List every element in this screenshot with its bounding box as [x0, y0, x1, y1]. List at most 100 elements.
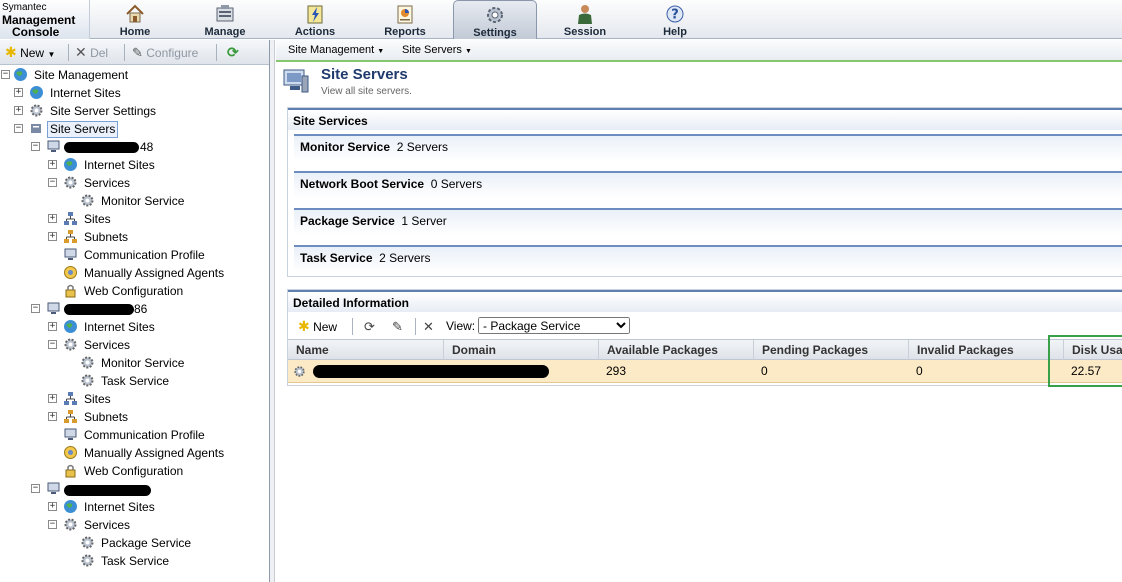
- service-gear-icon: [81, 194, 94, 207]
- view-select[interactable]: - Package Service: [478, 317, 630, 334]
- collapse-icon[interactable]: −: [31, 142, 40, 151]
- nav-help[interactable]: ? Help: [633, 0, 717, 39]
- collapse-icon[interactable]: −: [31, 484, 40, 493]
- svg-text:?: ?: [671, 8, 679, 23]
- tree-label: 86: [134, 302, 148, 316]
- reports-icon: [397, 5, 413, 24]
- nav-home[interactable]: Home: [93, 0, 177, 39]
- help-icon: ?: [666, 5, 684, 23]
- nav-settings[interactable]: Settings: [453, 0, 537, 39]
- expand-icon[interactable]: +: [48, 322, 57, 331]
- pencil-icon: ✎: [392, 319, 403, 334]
- tree-node-server-2[interactable]: − 86: [0, 300, 200, 318]
- column-header-domain[interactable]: Domain: [443, 340, 598, 360]
- internet-sites-icon: [64, 158, 77, 171]
- expand-icon[interactable]: +: [48, 394, 57, 403]
- expand-icon[interactable]: +: [48, 214, 57, 223]
- gear-icon: [30, 104, 43, 117]
- configure-button-label: Configure: [146, 46, 199, 60]
- toolbar-divider: [216, 44, 217, 61]
- computer-icon: [47, 482, 60, 494]
- collapse-icon[interactable]: −: [31, 304, 40, 313]
- service-row-package[interactable]: Package Service 1 Server: [294, 208, 1122, 235]
- table-row[interactable]: 293 0 0 22.57: [288, 360, 1122, 383]
- detailed-table: Name Domain Available Packages Pending P…: [288, 339, 1122, 383]
- service-row-task[interactable]: Task Service 2 Servers: [294, 245, 1122, 272]
- delete-button[interactable]: ✕: [423, 318, 434, 335]
- expand-icon[interactable]: +: [48, 232, 57, 241]
- internet-sites-icon: [64, 500, 77, 513]
- refresh-button[interactable]: ⟳: [227, 44, 239, 61]
- nav-manage-label: Manage: [204, 26, 246, 38]
- expand-icon[interactable]: +: [14, 106, 23, 115]
- nav-session[interactable]: Session: [543, 0, 627, 39]
- computer-icon: [64, 248, 77, 260]
- detailed-new-button[interactable]: ✱ New: [298, 318, 337, 335]
- service-name: Task Service: [300, 251, 373, 265]
- column-header-name[interactable]: Name: [288, 340, 443, 360]
- expand-icon[interactable]: +: [14, 88, 23, 97]
- nav-reports[interactable]: Reports: [363, 0, 447, 39]
- new-button[interactable]: ✱ New ▼: [5, 44, 55, 61]
- service-gear-icon: [81, 536, 94, 549]
- highlight-box: [1048, 335, 1122, 387]
- column-header-available-packages[interactable]: Available Packages: [598, 340, 753, 360]
- tree-label: Communication Profile: [84, 248, 205, 262]
- tree-label: Internet Sites: [84, 500, 155, 514]
- new-button-label: New: [20, 46, 45, 60]
- pane-splitter[interactable]: [270, 40, 275, 582]
- nav-actions-label: Actions: [294, 26, 336, 38]
- run-action-button[interactable]: ⟳: [364, 318, 375, 335]
- service-gear-icon: [81, 554, 94, 567]
- service-name: Monitor Service: [300, 140, 391, 154]
- cell-name: [288, 360, 598, 382]
- redacted-server-name: [313, 365, 549, 378]
- internet-sites-icon: [30, 86, 43, 99]
- detailed-information-panel: Detailed Information ✱ New ⟳ ✎ ✕ View: -…: [287, 289, 1122, 386]
- tree-label: Site Server Settings: [50, 104, 157, 118]
- tree-label: Site Servers: [47, 121, 119, 138]
- tree-label: Communication Profile: [84, 428, 205, 442]
- collapse-icon[interactable]: −: [48, 178, 57, 187]
- package-server-icon: [294, 366, 305, 377]
- tree-label: Monitor Service: [101, 194, 185, 208]
- tree-label: Sites: [84, 392, 111, 406]
- column-header-invalid-packages[interactable]: Invalid Packages: [908, 340, 1063, 360]
- page-title: Site Servers: [321, 66, 408, 83]
- service-row-network-boot[interactable]: Network Boot Service 0 Servers: [294, 171, 1122, 198]
- service-row-monitor[interactable]: Monitor Service 2 Servers: [294, 134, 1122, 161]
- collapse-icon[interactable]: −: [48, 340, 57, 349]
- delete-button[interactable]: ✕ Del: [75, 44, 108, 61]
- breadcrumb: Site Management ▼ Site Servers ▼: [276, 40, 1122, 62]
- expand-icon[interactable]: +: [48, 412, 57, 421]
- new-star-icon: ✱: [5, 44, 17, 60]
- view-label: View:: [446, 319, 476, 333]
- expand-icon[interactable]: +: [48, 502, 57, 511]
- gear-icon: [64, 518, 77, 531]
- sites-network-icon: [64, 392, 77, 405]
- collapse-icon[interactable]: −: [14, 124, 23, 133]
- service-count: 1 Server: [401, 214, 447, 228]
- toolbar-divider: [415, 318, 416, 335]
- page-header: Site Servers View all site servers.: [282, 66, 1112, 102]
- tree-label: Manually Assigned Agents: [84, 266, 225, 280]
- breadcrumb-site-management[interactable]: Site Management ▼: [288, 44, 384, 56]
- edit-button[interactable]: ✎: [392, 318, 403, 335]
- chevron-down-icon: ▼: [47, 50, 56, 59]
- service-name: Package Service: [300, 214, 395, 228]
- tree-label: Services: [84, 518, 131, 532]
- nav-actions[interactable]: Actions: [273, 0, 357, 39]
- tree-label: Sites: [84, 212, 111, 226]
- lock-icon: [65, 284, 76, 298]
- nav-manage[interactable]: Manage: [183, 0, 267, 39]
- tree-node-server-3[interactable]: −: [0, 480, 200, 498]
- cell-invalid-packages: 0: [916, 364, 923, 378]
- tree-node-server-1[interactable]: − 48: [0, 138, 200, 156]
- collapse-icon[interactable]: −: [48, 520, 57, 529]
- delete-x-icon: ✕: [75, 44, 87, 60]
- breadcrumb-site-servers[interactable]: Site Servers ▼: [402, 44, 472, 56]
- collapse-icon[interactable]: −: [1, 70, 10, 79]
- expand-icon[interactable]: +: [48, 160, 57, 169]
- configure-button[interactable]: ✎ Configure: [132, 44, 198, 61]
- column-header-pending-packages[interactable]: Pending Packages: [753, 340, 908, 360]
